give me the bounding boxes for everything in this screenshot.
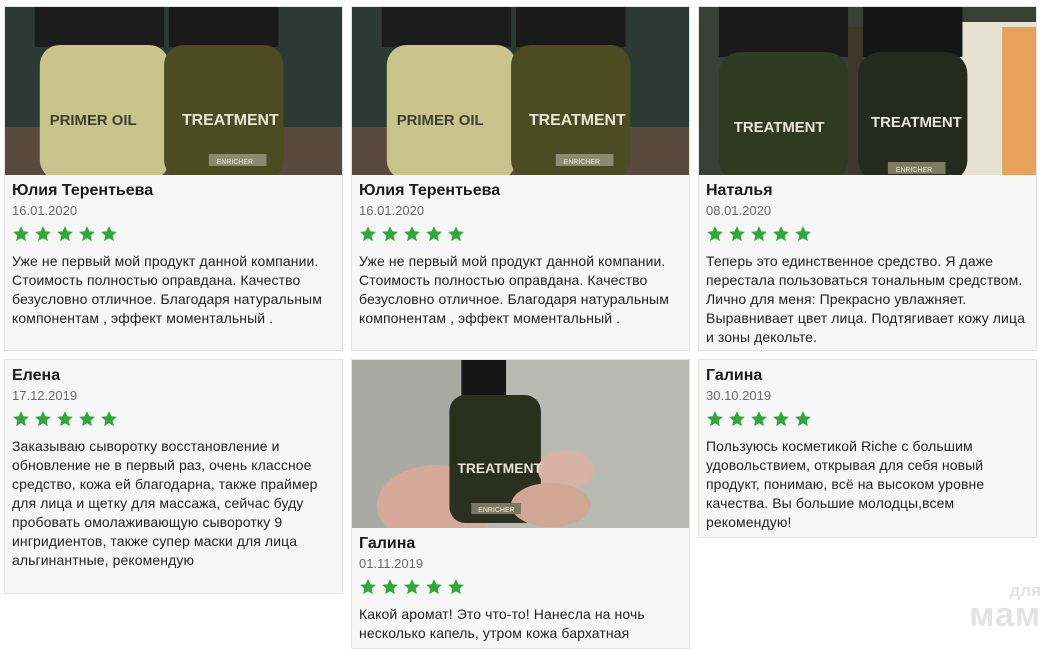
review-card: PRIMER OIL TREATMENT ENRICHER Юлия Терен…: [4, 6, 343, 351]
review-photo[interactable]: TREATMENT ENRICHER: [352, 360, 689, 528]
rating-stars: [706, 224, 1029, 244]
review-card: TREATMENT ENRICHER Галина 01.11.2019 Как…: [351, 359, 690, 649]
star-icon: [79, 411, 95, 427]
star-icon: [404, 226, 420, 242]
star-icon: [382, 579, 398, 595]
star-icon: [426, 579, 442, 595]
star-icon: [79, 226, 95, 242]
review-photo[interactable]: TREATMENT TREATMENT ENRICHER: [699, 7, 1036, 175]
star-icon: [729, 226, 745, 242]
star-icon: [426, 226, 442, 242]
star-icon: [448, 226, 464, 242]
review-text: Пользуюсь косметикой Riche с большим удо…: [706, 438, 985, 530]
review-card: Елена 17.12.2019 Заказываю сыворотку вос…: [4, 359, 343, 594]
star-icon: [35, 226, 51, 242]
star-icon: [382, 226, 398, 242]
rating-stars: [359, 224, 682, 244]
watermark-line2: мам: [969, 596, 1041, 634]
review-date: 16.01.2020: [359, 203, 425, 218]
star-icon: [57, 411, 73, 427]
bottle-sublabel: ENRICHER: [217, 159, 253, 166]
star-icon: [448, 579, 464, 595]
bottle-label: TREATMENT: [529, 112, 626, 129]
star-icon: [35, 411, 51, 427]
review-author: Юлия Терентьева: [12, 182, 154, 199]
star-icon: [751, 411, 767, 427]
review-card: PRIMER OIL TREATMENT ENRICHER Юлия Терен…: [351, 6, 690, 351]
star-icon: [707, 411, 723, 427]
review-text: Заказываю сыворотку восстановление и обн…: [12, 438, 318, 568]
star-icon: [707, 226, 723, 242]
rating-stars: [706, 409, 1029, 429]
star-icon: [773, 226, 789, 242]
review-text: Теперь это единственное средство. Я даже…: [706, 253, 1025, 345]
bottle-sublabel: ENRICHER: [896, 167, 932, 174]
star-icon: [751, 226, 767, 242]
review-author: Галина: [706, 367, 763, 384]
star-icon: [773, 411, 789, 427]
review-date: 16.01.2020: [12, 203, 78, 218]
star-icon: [360, 579, 376, 595]
bottle-label: PRIMER OIL: [50, 112, 137, 129]
bottle-sublabel: ENRICHER: [564, 159, 600, 166]
star-icon: [101, 226, 117, 242]
review-date: 01.11.2019: [359, 556, 424, 571]
bottle-label: TREATMENT: [871, 114, 962, 131]
rating-stars: [12, 224, 335, 244]
bottle-sublabel: ENRICHER: [478, 507, 514, 514]
review-author: Елена: [12, 367, 61, 384]
review-text: Уже не первый мой продукт данной компани…: [12, 253, 322, 326]
bottle-label: TREATMENT: [457, 460, 542, 476]
review-text: Какой аромат! Это что-то! Нанесла на ноч…: [359, 606, 645, 641]
review-author: Юлия Терентьева: [359, 182, 501, 199]
star-icon: [404, 579, 420, 595]
rating-stars: [12, 409, 335, 429]
bottle-label: TREATMENT: [182, 112, 279, 129]
bottle-label: PRIMER OIL: [397, 112, 484, 129]
review-photo[interactable]: PRIMER OIL TREATMENT ENRICHER: [5, 7, 342, 175]
review-author: Галина: [359, 535, 416, 552]
review-photo[interactable]: PRIMER OIL TREATMENT ENRICHER: [352, 7, 689, 175]
review-card: Галина 30.10.2019 Пользуюсь косметикой R…: [698, 359, 1037, 538]
star-icon: [795, 411, 811, 427]
star-icon: [13, 411, 29, 427]
rating-stars: [359, 577, 682, 597]
star-icon: [57, 226, 73, 242]
star-icon: [13, 226, 29, 242]
bottle-label: TREATMENT: [734, 119, 825, 136]
star-icon: [101, 411, 117, 427]
review-card: TREATMENT TREATMENT ENRICHER Наталья 08.…: [698, 6, 1037, 351]
star-icon: [729, 411, 745, 427]
site-watermark: для мам: [969, 582, 1041, 634]
review-date: 17.12.2019: [12, 388, 78, 403]
star-icon: [795, 226, 811, 242]
review-author: Наталья: [706, 182, 773, 199]
review-date: 30.10.2019: [706, 388, 772, 403]
star-icon: [360, 226, 376, 242]
review-text: Уже не первый мой продукт данной компани…: [359, 253, 669, 326]
review-date: 08.01.2020: [706, 203, 772, 218]
